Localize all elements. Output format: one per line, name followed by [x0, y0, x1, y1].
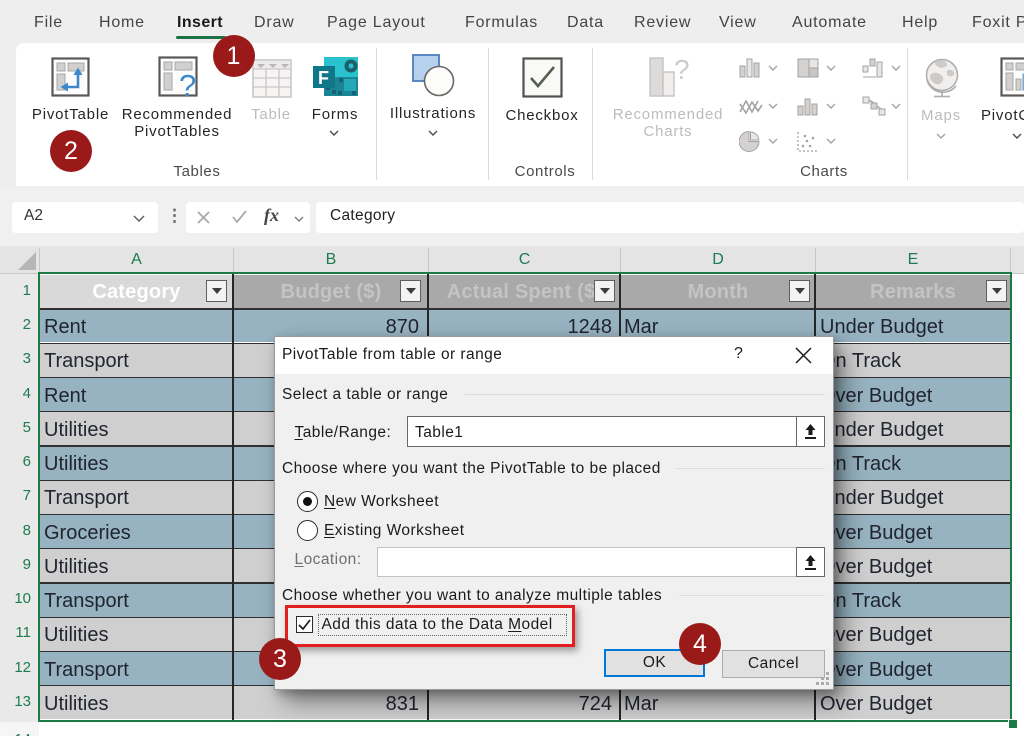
svg-text:F: F — [318, 68, 329, 88]
svg-text:?: ? — [179, 68, 196, 98]
svg-text:?: ? — [674, 57, 690, 85]
